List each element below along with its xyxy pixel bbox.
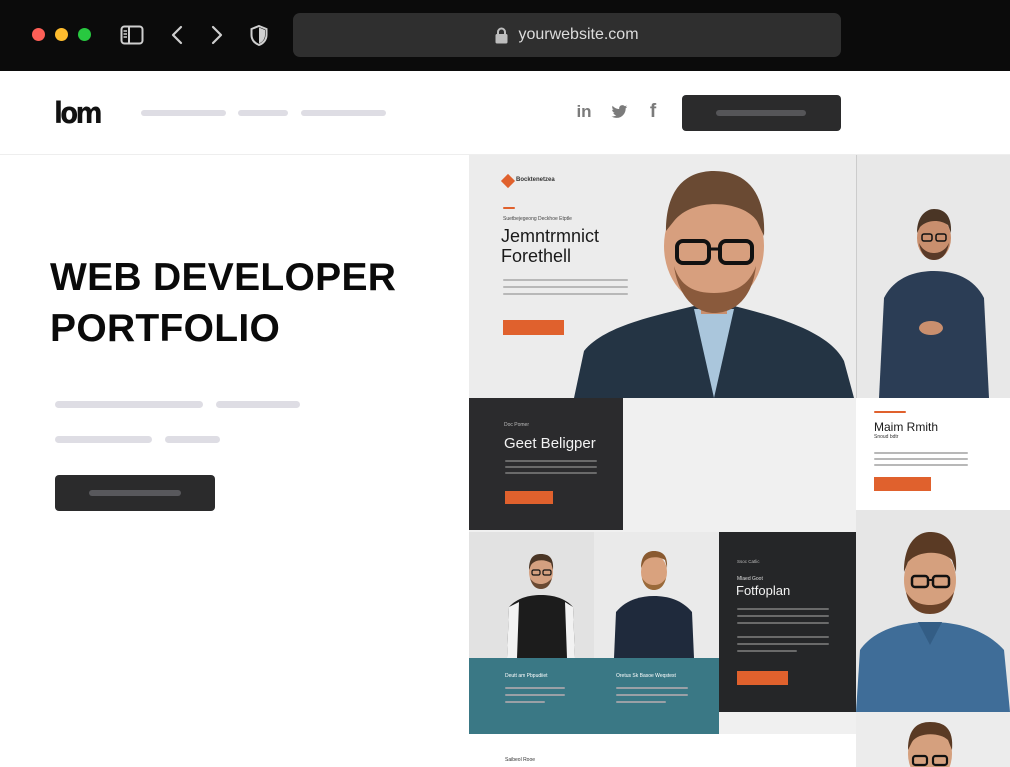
dark-title: Geet Beligper bbox=[504, 435, 596, 452]
text-placeholder-line bbox=[505, 694, 565, 696]
address-bar[interactable]: yourwebsite.com bbox=[293, 13, 841, 57]
text-placeholder-line bbox=[737, 650, 797, 652]
portfolio-small: Mlaed Goot bbox=[737, 576, 763, 582]
mockup-bottom-strip: Saibeol Rooe bbox=[469, 734, 856, 767]
nav-link-placeholder[interactable] bbox=[141, 110, 226, 116]
mockup-orange-button bbox=[737, 671, 788, 685]
bottom-label: Saibeol Rooe bbox=[505, 757, 536, 763]
hero-title: WEB DEVELOPER PORTFOLIO bbox=[50, 252, 450, 354]
mockup-teal-band: Deutt am Pbpudiiet Oretus Sk Basoe Weqst… bbox=[469, 658, 719, 734]
mockup-portfolio-panel: Ssoc Catlic Mlaed Goot Fotfoplan bbox=[719, 532, 856, 712]
teal-right-heading: Oretus Sk Basoe Weqstest bbox=[616, 673, 676, 679]
portfolio-kicker: Ssoc Catlic bbox=[737, 559, 760, 564]
mockup-orange-button bbox=[505, 491, 553, 504]
brand-mark-icon bbox=[500, 173, 516, 189]
linkedin-icon[interactable]: in bbox=[573, 101, 595, 123]
maximize-window-button[interactable] bbox=[78, 28, 91, 41]
text-placeholder-line bbox=[505, 472, 597, 474]
mockup-orange-button bbox=[503, 320, 564, 335]
text-placeholder-line bbox=[737, 643, 829, 645]
text-placeholder-line bbox=[55, 401, 203, 408]
hero-title-line-1: WEB DEVELOPER bbox=[50, 256, 397, 299]
text-placeholder-line bbox=[616, 694, 688, 696]
portrait-photo-denim bbox=[856, 532, 1010, 712]
text-placeholder-line bbox=[737, 636, 829, 638]
text-placeholder-line bbox=[505, 466, 597, 468]
nav-link-placeholder[interactable] bbox=[238, 110, 288, 116]
accent-line bbox=[874, 411, 906, 413]
hero-cta-button[interactable] bbox=[55, 475, 215, 511]
text-placeholder-line bbox=[874, 452, 968, 454]
text-placeholder-line bbox=[737, 615, 829, 617]
mockup-orange-button bbox=[874, 477, 931, 491]
mockup-hero-panel: Bocktenetzea Suetbejegeong Deckhoe Etptl… bbox=[469, 155, 856, 398]
accent-line bbox=[503, 207, 515, 209]
profile-name: Maim Rmith bbox=[874, 420, 939, 434]
teal-left-heading: Deutt am Pbpudiiet bbox=[505, 673, 548, 679]
portrait-photo-side bbox=[879, 209, 989, 398]
mockup-profile-card: Maim Rmith Snoud bdtr bbox=[856, 398, 1010, 510]
chevron-right-icon[interactable] bbox=[210, 24, 224, 46]
mockup-kicker: Suetbejegeong Deckhoe Etptle bbox=[503, 216, 572, 222]
facebook-icon[interactable]: f bbox=[642, 101, 664, 123]
mockup-bottom-portrait bbox=[856, 712, 1010, 767]
sidebar-icon[interactable] bbox=[120, 24, 144, 46]
button-label-placeholder bbox=[716, 110, 806, 116]
text-placeholder-line bbox=[216, 401, 300, 408]
text-placeholder-line bbox=[874, 458, 968, 460]
close-window-button[interactable] bbox=[32, 28, 45, 41]
portfolio-mockup-collage: Bocktenetzea Suetbejegeong Deckhoe Etptl… bbox=[469, 155, 1010, 767]
site-logo[interactable]: lom bbox=[54, 96, 103, 130]
text-placeholder-line bbox=[505, 701, 545, 703]
button-label-placeholder bbox=[89, 490, 181, 496]
dark-kicker: Doc Pomer bbox=[504, 422, 530, 428]
text-placeholder-line bbox=[616, 687, 688, 689]
chevron-left-icon[interactable] bbox=[170, 24, 184, 46]
text-placeholder-line bbox=[505, 687, 565, 689]
text-placeholder-line bbox=[737, 622, 829, 624]
mockup-brand: Bocktenetzea bbox=[516, 177, 555, 183]
text-placeholder-line bbox=[165, 436, 220, 443]
portrait-photo-bottom bbox=[908, 722, 953, 767]
header-cta-button[interactable] bbox=[682, 95, 841, 131]
text-placeholder-line bbox=[55, 436, 152, 443]
minimize-window-button[interactable] bbox=[55, 28, 68, 41]
portrait-photo-main bbox=[574, 171, 854, 398]
browser-chrome: yourwebsite.com bbox=[0, 0, 1010, 71]
mockup-portrait-panel bbox=[856, 510, 1010, 712]
mockup-dark-panel: Doc Pomer Geet Beligper bbox=[469, 398, 623, 530]
portrait-photo-team-2 bbox=[594, 532, 719, 658]
mockup-title-line-2: Forethell bbox=[501, 246, 572, 266]
text-placeholder-line bbox=[616, 701, 666, 703]
site-header: lom in f bbox=[0, 71, 1010, 155]
nav-link-placeholder[interactable] bbox=[301, 110, 386, 116]
mockup-side-photo-panel bbox=[856, 155, 1010, 398]
text-placeholder-line bbox=[874, 464, 968, 466]
text-placeholder-line bbox=[505, 460, 597, 462]
twitter-icon[interactable] bbox=[608, 101, 630, 123]
hero-title-line-2: PORTFOLIO bbox=[50, 307, 281, 350]
shield-icon[interactable] bbox=[249, 24, 269, 46]
url-text: yourwebsite.com bbox=[518, 26, 639, 43]
profile-subtitle: Snoud bdtr bbox=[874, 434, 899, 440]
mockup-team-photos bbox=[469, 532, 719, 658]
text-placeholder-line bbox=[737, 608, 829, 610]
portfolio-title: Fotfoplan bbox=[736, 583, 791, 598]
portrait-photo-team-1 bbox=[469, 532, 594, 658]
lock-icon bbox=[495, 27, 508, 44]
